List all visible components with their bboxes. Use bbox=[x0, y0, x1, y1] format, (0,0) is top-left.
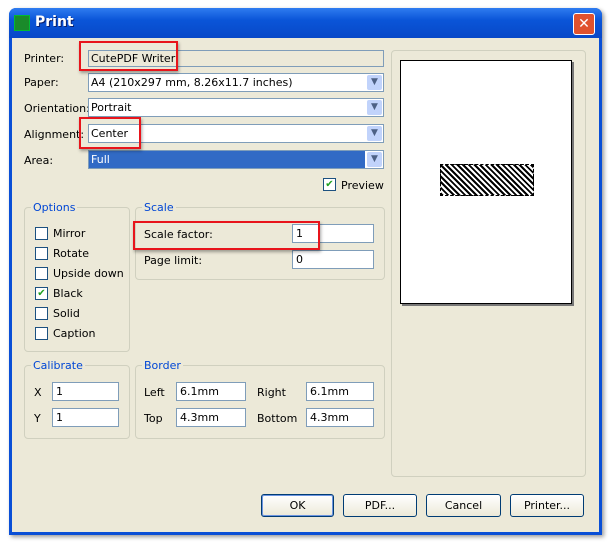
option-label: Black bbox=[53, 287, 83, 300]
calibrate-title: Calibrate bbox=[31, 359, 85, 372]
area-select[interactable]: Full ▼ bbox=[88, 150, 384, 169]
option-checkbox[interactable] bbox=[35, 327, 48, 340]
calibrate-x-label: X bbox=[34, 386, 42, 399]
chevron-down-icon[interactable]: ▼ bbox=[367, 100, 382, 115]
title-bar[interactable] bbox=[9, 8, 602, 38]
page-limit-input[interactable]: 0 bbox=[292, 250, 374, 269]
highlight-printer bbox=[79, 41, 178, 71]
option-checkbox[interactable]: ✔ bbox=[35, 287, 48, 300]
border-right-label: Right bbox=[257, 386, 286, 399]
option-label: Upside down bbox=[53, 267, 124, 280]
printer-label: Printer: bbox=[24, 52, 65, 65]
border-left-label: Left bbox=[144, 386, 165, 399]
option-checkbox[interactable] bbox=[35, 227, 48, 240]
highlight-alignment bbox=[79, 117, 141, 149]
chevron-down-icon[interactable]: ▼ bbox=[367, 75, 382, 90]
orientation-select[interactable]: Portrait ▼ bbox=[88, 98, 384, 117]
highlight-scale-factor bbox=[133, 221, 320, 250]
orientation-label: Orientation: bbox=[24, 102, 90, 115]
calibrate-y-label: Y bbox=[34, 412, 41, 425]
option-label: Rotate bbox=[53, 247, 90, 260]
option-checkbox[interactable] bbox=[35, 307, 48, 320]
border-group bbox=[135, 365, 385, 439]
preview-checkbox[interactable]: ✔ bbox=[323, 178, 336, 191]
orientation-value: Portrait bbox=[91, 101, 132, 114]
option-label: Mirror bbox=[53, 227, 86, 240]
close-button[interactable]: ✕ bbox=[573, 13, 595, 35]
option-label: Solid bbox=[53, 307, 80, 320]
border-title: Border bbox=[142, 359, 183, 372]
calibrate-x-input[interactable]: 1 bbox=[52, 382, 119, 401]
paper-select[interactable]: A4 (210x297 mm, 8.26x11.7 inches) ▼ bbox=[88, 73, 384, 92]
option-label: Caption bbox=[53, 327, 96, 340]
calibrate-group bbox=[24, 365, 130, 439]
scale-title: Scale bbox=[142, 201, 176, 214]
area-value: Full bbox=[89, 151, 365, 168]
preview-label: Preview bbox=[341, 179, 384, 192]
options-title: Options bbox=[31, 201, 78, 214]
calibrate-y-input[interactable]: 1 bbox=[52, 408, 119, 427]
chevron-down-icon[interactable]: ▼ bbox=[367, 126, 382, 141]
border-top-input[interactable]: 4.3mm bbox=[176, 408, 246, 427]
option-checkbox[interactable] bbox=[35, 267, 48, 280]
alignment-label: Alignment: bbox=[24, 128, 85, 141]
page-limit-label: Page limit: bbox=[144, 254, 203, 267]
option-checkbox[interactable] bbox=[35, 247, 48, 260]
border-bottom-input[interactable]: 4.3mm bbox=[306, 408, 374, 427]
paper-label: Paper: bbox=[24, 76, 59, 89]
border-right-input[interactable]: 6.1mm bbox=[306, 382, 374, 401]
chevron-down-icon[interactable]: ▼ bbox=[367, 152, 382, 167]
printer-button[interactable]: Printer... bbox=[510, 494, 584, 517]
area-label: Area: bbox=[24, 154, 54, 167]
border-bottom-label: Bottom bbox=[257, 412, 298, 425]
window-title: Print bbox=[35, 14, 74, 30]
ok-button[interactable]: OK bbox=[261, 494, 334, 517]
label-preview-image bbox=[440, 164, 534, 196]
pdf-button[interactable]: PDF... bbox=[343, 494, 417, 517]
paper-value: A4 (210x297 mm, 8.26x11.7 inches) bbox=[91, 76, 293, 89]
cancel-button[interactable]: Cancel bbox=[426, 494, 501, 517]
page-preview bbox=[400, 60, 572, 304]
border-left-input[interactable]: 6.1mm bbox=[176, 382, 246, 401]
app-icon bbox=[14, 15, 30, 31]
border-top-label: Top bbox=[144, 412, 163, 425]
